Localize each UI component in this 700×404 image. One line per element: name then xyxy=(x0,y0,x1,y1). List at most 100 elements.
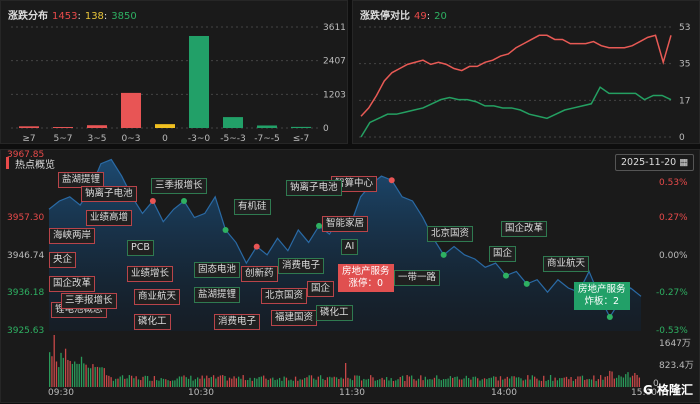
hot-topic-label[interactable]: 消费电子 xyxy=(214,314,261,330)
volume-bar xyxy=(574,379,577,387)
volume-bar xyxy=(354,375,356,387)
volume-bar xyxy=(103,368,105,387)
hot-topic-label[interactable]: 智能家居 xyxy=(322,216,369,232)
volume-bar xyxy=(506,376,508,387)
volume-bar xyxy=(124,378,126,387)
volume-bar xyxy=(470,379,472,387)
hot-topic-label[interactable]: 三季报增长 xyxy=(151,178,207,194)
hot-topic-label[interactable]: AI xyxy=(341,239,359,255)
hot-topic-label[interactable]: 北京国资 xyxy=(427,226,474,242)
volume-bar xyxy=(326,377,329,387)
volume-bar xyxy=(192,380,194,387)
volume-bar xyxy=(611,371,613,387)
hot-topic-label[interactable]: 磷化工 xyxy=(316,305,353,321)
volume-bar xyxy=(74,361,76,387)
hot-topic-label[interactable]: 钠离子电池 xyxy=(286,180,342,196)
bar xyxy=(257,125,277,128)
volume-bar xyxy=(504,378,506,387)
volume-bar xyxy=(565,376,568,387)
volume-bar xyxy=(547,379,549,387)
volume-bar xyxy=(160,378,162,387)
volume-bar xyxy=(313,378,315,387)
hot-topic-label[interactable]: 固态电池 xyxy=(194,262,241,278)
volume-bar xyxy=(426,379,429,387)
broken-limit-tooltip: 房地产服务 炸板：2 xyxy=(574,282,630,310)
volume-bar xyxy=(87,367,90,387)
event-dot xyxy=(523,280,530,287)
volume-bar xyxy=(488,378,490,387)
volume-bar xyxy=(190,375,192,387)
volume-bar xyxy=(78,363,80,387)
hot-topic-label[interactable]: 三季报增长 xyxy=(61,293,117,309)
hot-topic-label[interactable]: 国企改革 xyxy=(49,276,96,292)
volume-bar xyxy=(593,375,595,387)
volume-bar xyxy=(128,375,130,387)
hot-topic-label[interactable]: 磷化工 xyxy=(134,314,171,330)
hot-topic-label[interactable]: 央企 xyxy=(49,252,77,268)
y-tick-label: 53 xyxy=(679,23,690,33)
hot-topic-label[interactable]: 钠离子电池 xyxy=(81,186,137,202)
hot-topic-label[interactable]: 国企改革 xyxy=(501,221,548,237)
hot-topic-label[interactable]: 商业航天 xyxy=(134,289,181,305)
hot-topic-label[interactable]: 消费电子 xyxy=(278,258,325,274)
y-tick-label: 2407 xyxy=(323,57,346,67)
volume-bar xyxy=(629,377,631,387)
volume-bar xyxy=(242,375,244,387)
time-tick: 09:30 xyxy=(48,388,74,398)
x-tick-label: -5~-3 xyxy=(220,134,246,144)
price-tick: 3967.85 xyxy=(7,150,45,160)
hot-topic-label[interactable]: 业绩高增 xyxy=(86,210,133,226)
volume-bar xyxy=(53,335,55,387)
hot-topic-label[interactable]: 福建国资 xyxy=(271,310,318,326)
volume-bar xyxy=(479,380,481,387)
volume-bar xyxy=(495,376,497,387)
x-tick-label: ≤-7 xyxy=(293,134,310,144)
volume-bar xyxy=(133,378,135,387)
event-dot xyxy=(222,226,229,233)
volume-bar xyxy=(181,376,183,387)
hot-topic-label[interactable]: 国企 xyxy=(489,246,517,262)
volume-bar xyxy=(531,375,534,387)
pct-tick: 0.00% xyxy=(659,251,688,261)
hot-topic-label[interactable]: 北京国资 xyxy=(261,288,308,304)
volume-bar xyxy=(379,379,381,387)
hot-topic-label[interactable]: PCB xyxy=(127,240,154,256)
hot-topic-label[interactable]: 创新药 xyxy=(241,266,278,282)
volume-bar xyxy=(203,378,206,387)
volume-bar xyxy=(153,376,156,387)
bar xyxy=(87,125,107,128)
hot-topic-label[interactable]: 盐湖提锂 xyxy=(194,287,241,303)
volume-bar xyxy=(137,379,140,387)
volume-bar xyxy=(420,375,422,387)
volume-bar xyxy=(461,379,463,387)
hot-topic-label[interactable]: 国企 xyxy=(307,281,335,297)
volume-bar xyxy=(511,376,513,387)
hot-topic-label[interactable]: 一带一路 xyxy=(394,270,441,286)
x-tick-label: 3~5 xyxy=(88,134,107,144)
x-tick-label: -3~0 xyxy=(188,134,211,144)
volume-bar xyxy=(372,377,374,387)
volume-bar xyxy=(413,379,415,387)
pct-tick: -0.53% xyxy=(656,326,688,336)
volume-bar xyxy=(559,378,561,387)
volume-bar xyxy=(263,375,265,387)
volume-bar xyxy=(370,375,372,387)
hot-topic-label[interactable]: 业绩增长 xyxy=(127,266,174,282)
y-tick-label: 0 xyxy=(323,124,329,134)
volume-bar xyxy=(549,375,552,387)
volume-bar xyxy=(638,377,641,387)
hot-topic-label[interactable]: 商业航天 xyxy=(543,256,590,272)
volume-bar xyxy=(385,377,388,387)
volume-bar xyxy=(365,379,367,387)
volume-bar xyxy=(545,380,547,387)
volume-bar xyxy=(481,379,483,387)
volume-bar xyxy=(533,376,536,387)
volume-bar xyxy=(584,379,586,387)
time-tick: 10:30 xyxy=(188,388,214,398)
volume-bar xyxy=(69,360,71,387)
hot-topic-label[interactable]: 有机硅 xyxy=(234,199,271,215)
volume-bar xyxy=(363,378,365,387)
volume-bar xyxy=(508,378,511,387)
hot-topic-label[interactable]: 海峡两岸 xyxy=(49,228,96,244)
volume-bar xyxy=(297,380,299,387)
